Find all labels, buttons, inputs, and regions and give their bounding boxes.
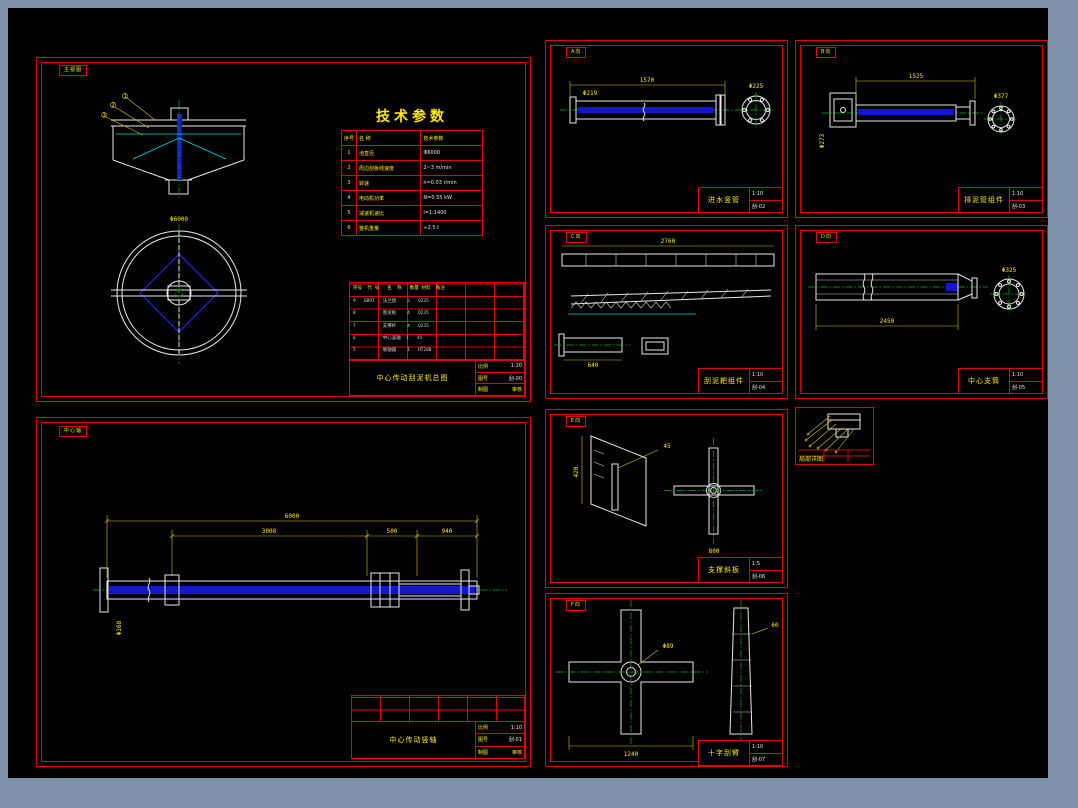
tube-side-view (808, 273, 988, 301)
sheet-inlet-pipe: A向 1570 Φ219 Φ225 进水竖管 1:10 刮-02 (545, 40, 788, 218)
svg-text:500: 500 (387, 528, 398, 535)
drawing-name: 支撑斜板 (699, 558, 750, 582)
drawing-name: 中心支筒 (959, 369, 1010, 393)
cross-arm-plan-view: 1240 Φ89 (556, 600, 708, 758)
title-block: 支撑斜板 1:5 刮-06 (698, 557, 783, 583)
detail-cluster (804, 413, 861, 454)
svg-text:Φ273: Φ273 (819, 133, 826, 148)
svg-text:Φ219: Φ219 (583, 90, 598, 97)
sheet-sludge-pipe: B向 1525 Φ273 Φ377 排泥管组件 1:10 刮-03 (795, 40, 1048, 218)
view-tag: F向 (566, 600, 586, 611)
svg-text:1525: 1525 (909, 73, 924, 80)
view-tag: C向 (566, 232, 587, 243)
drawing-name: 中心传动竖轴 (352, 722, 476, 758)
pipe-side-view (560, 94, 738, 126)
sheet-local-detail: 局部详图 (795, 407, 874, 465)
drawing-name: 刮泥耙组件 (699, 369, 750, 393)
view-tag: D向 (816, 232, 837, 243)
svg-text:Φ89: Φ89 (663, 643, 674, 650)
tank-section-view (111, 100, 246, 200)
bracket-detail (829, 92, 857, 128)
svg-text:640: 640 (588, 362, 599, 369)
svg-text:Φ168: Φ168 (116, 620, 123, 635)
view-tag: B向 (816, 47, 837, 58)
title-block: 进水竖管 1:10 刮-02 (698, 187, 783, 213)
detail-label: 局部详图 (799, 455, 823, 463)
detail-drawing: 局部详图 (799, 413, 870, 463)
sheet-scraper-rake: C向 2760 640 刮泥耙组件 1:10 刮-04 (545, 225, 788, 399)
svg-text:3: 3 (102, 112, 106, 119)
cad-canvas[interactable]: 主视图 1 2 3 Φ6000 技术参数 序号 名 称 技术参数 1 池直径 Φ… (8, 8, 1048, 778)
drawing-name: 十字刮臂 (699, 741, 750, 765)
svg-text:420: 420 (573, 466, 580, 477)
drawing-name: 中心传动刮泥机总图 (350, 361, 476, 395)
channel-detail: 640 (554, 333, 630, 369)
sheet-cross-arm: F向 1240 Φ89 60 十字刮臂 1:10 刮-07 (545, 593, 788, 767)
dimension-chain: 6000 3008 500 940 (104, 513, 480, 578)
parts-list: 序号 代 号 名 称 数量 材料 备注 9 GB97 法兰盘 2 Q235 8 … (349, 282, 525, 360)
view-tag: 主视图 (59, 65, 88, 76)
sheet-support-plate: E向 420 45 800 支撑斜板 1:5 刮-06 (545, 409, 788, 588)
drawing-name: 排泥管组件 (959, 188, 1010, 212)
rake-elevation-view (568, 288, 772, 315)
plate-view: 420 45 (573, 435, 671, 527)
shaft-body: Φ168 (93, 567, 507, 635)
svg-text:45: 45 (663, 443, 671, 450)
sheet-main-shaft: 中心轴 6000 3008 500 940 Φ168 中心传动竖轴 比例 1:1… (36, 417, 531, 767)
svg-text:3008: 3008 (262, 528, 277, 535)
title-block: 中心支筒 1:10 刮-05 (958, 368, 1043, 394)
svg-text:2: 2 (111, 102, 115, 109)
view-tag: A向 (566, 47, 587, 58)
svg-text:2760: 2760 (661, 238, 676, 245)
tube-dimensions: 2450 Φ325 (815, 267, 1017, 330)
parts-list-strip (351, 695, 525, 723)
pipe-dimensions: 1570 Φ219 Φ225 (569, 77, 764, 97)
sheet-general-assembly: 主视图 1 2 3 Φ6000 技术参数 序号 名 称 技术参数 1 池直径 Φ… (36, 57, 531, 402)
view-tag: 中心轴 (59, 426, 88, 437)
flange-face-view (738, 92, 774, 128)
svg-text:1240: 1240 (624, 751, 639, 758)
clamp-detail (641, 337, 669, 355)
callout-leaders: 1 2 3 (101, 93, 156, 136)
svg-text:940: 940 (442, 528, 453, 535)
svg-text:6000: 6000 (285, 513, 300, 520)
title-block: 中心传动竖轴 比例 1:10 图号 刮-01 制图 审核 (351, 721, 525, 759)
view-tag: E向 (566, 416, 587, 427)
tank-plan-view: Φ6000 (111, 216, 247, 364)
rake-plan-view: 2760 (561, 238, 775, 267)
sheet-support-tube: D向 2450 Φ325 中心支筒 1:10 刮-05 (795, 225, 1048, 399)
title-block: 中心传动刮泥机总图 比例 1:20 图号 刮-00 制图 审核 (349, 360, 525, 396)
svg-text:2450: 2450 (880, 318, 895, 325)
svg-text:60: 60 (771, 622, 779, 629)
title-block: 排泥管组件 1:10 刮-03 (958, 187, 1043, 213)
title-block: 刮泥耙组件 1:10 刮-04 (698, 368, 783, 394)
svg-text:800: 800 (709, 548, 720, 555)
svg-text:Φ377: Φ377 (994, 93, 1009, 100)
svg-text:Φ325: Φ325 (1002, 267, 1017, 274)
svg-text:1: 1 (123, 93, 127, 100)
svg-text:Φ6000: Φ6000 (170, 216, 188, 223)
title-block: 十字刮臂 1:10 刮-07 (698, 740, 783, 766)
flange-face-view (984, 102, 1018, 136)
cross-fitting-view: 800 (664, 438, 764, 555)
tech-params-title: 技术参数 (376, 109, 448, 125)
svg-text:1570: 1570 (640, 77, 655, 84)
svg-text:Φ225: Φ225 (749, 83, 764, 90)
drawing-name: 进水竖管 (699, 188, 750, 212)
tech-params-table: 技术参数 序号 名 称 技术参数 1 池直径 Φ6000 2 周边刮板线速度 2… (339, 106, 485, 236)
blade-profile-view: 60 (729, 600, 779, 744)
flange-face-view (990, 275, 1028, 313)
